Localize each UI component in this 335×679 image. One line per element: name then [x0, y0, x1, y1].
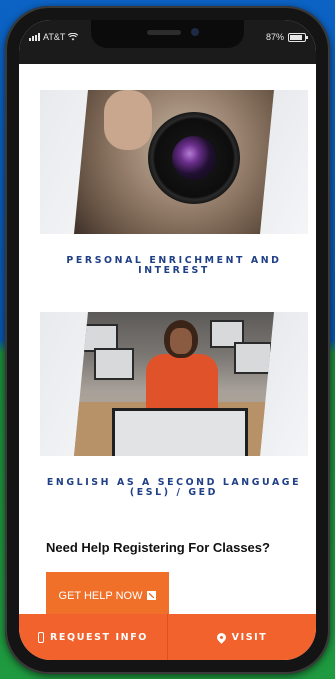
status-bar: AT&T 87%: [19, 20, 316, 64]
camera-photographer-photo: [74, 90, 274, 234]
enrichment-tile-title[interactable]: PERSONAL ENRICHMENT AND INTEREST: [40, 256, 308, 276]
map-pin-icon: [214, 630, 228, 644]
get-help-now-label: GET HELP NOW: [58, 589, 143, 602]
esl-tile-image[interactable]: [40, 312, 308, 456]
battery-icon: [288, 32, 308, 42]
carrier-group: AT&T: [29, 32, 79, 42]
bottom-action-bar: REQUEST INFO VISIT: [19, 614, 316, 660]
notch: [91, 20, 244, 48]
visit-label: VISIT: [231, 631, 268, 643]
request-info-label: REQUEST INFO: [50, 631, 148, 643]
front-camera: [191, 28, 199, 36]
phone-frame: AT&T 87% PERSONAL ENRICHMENT AND INTERES…: [5, 6, 330, 674]
background-monitor: [234, 342, 272, 374]
speaker-grille: [147, 30, 181, 35]
request-info-button[interactable]: REQUEST INFO: [19, 614, 167, 660]
student-body: [146, 354, 218, 414]
mobile-phone-icon: [38, 631, 45, 643]
battery-fill: [290, 34, 303, 40]
lens-glass: [172, 136, 216, 180]
background-monitor: [94, 348, 134, 380]
esl-tile-title[interactable]: ENGLISH AS A SECOND LANGUAGE (ESL) / GED: [40, 478, 308, 498]
visit-button[interactable]: VISIT: [167, 614, 316, 660]
student-face: [170, 328, 192, 354]
signal-icon: [29, 33, 40, 41]
wifi-icon: [68, 33, 79, 41]
camera-lens-icon: [148, 112, 240, 204]
enrichment-tile-image[interactable]: [40, 90, 308, 234]
carrier-name: AT&T: [43, 32, 66, 42]
phone-screen: AT&T 87% PERSONAL ENRICHMENT AND INTERES…: [19, 20, 316, 660]
computer-classroom-photo: [74, 312, 274, 456]
front-monitor: [112, 408, 248, 456]
get-help-now-button[interactable]: GET HELP NOW: [46, 572, 169, 619]
hand-shape: [104, 90, 152, 150]
page-content: PERSONAL ENRICHMENT AND INTEREST ENGLISH…: [19, 64, 316, 619]
external-link-icon: [147, 591, 157, 600]
help-heading: Need Help Registering For Classes?: [46, 540, 270, 555]
battery-percent: 87%: [265, 32, 284, 42]
battery-group: 87%: [265, 32, 308, 42]
